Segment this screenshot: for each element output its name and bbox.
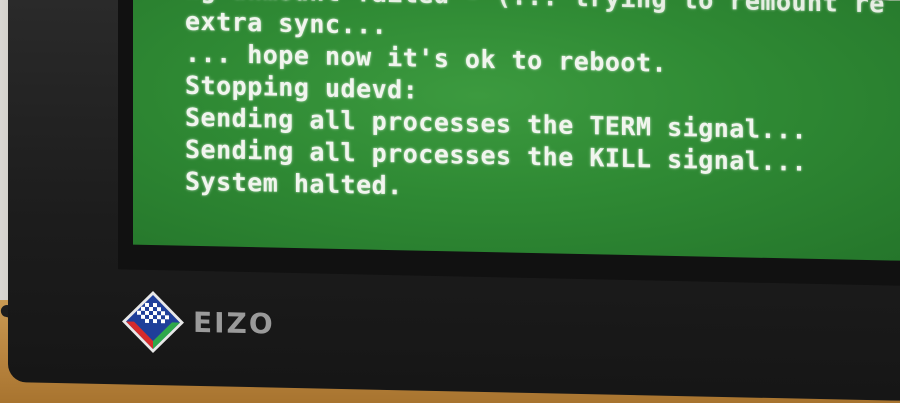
monitor-screen: ng unmount failed - (... trying to remou… bbox=[133, 0, 900, 261]
monitor: ng unmount failed - (... trying to remou… bbox=[8, 0, 900, 401]
monitor-brand-logo: EIZO bbox=[193, 305, 275, 341]
terminal-output: ng unmount failed - (... trying to remou… bbox=[185, 0, 885, 212]
photo-scene: ng unmount failed - (... trying to remou… bbox=[0, 0, 900, 403]
eizo-logo-icon bbox=[122, 291, 184, 354]
